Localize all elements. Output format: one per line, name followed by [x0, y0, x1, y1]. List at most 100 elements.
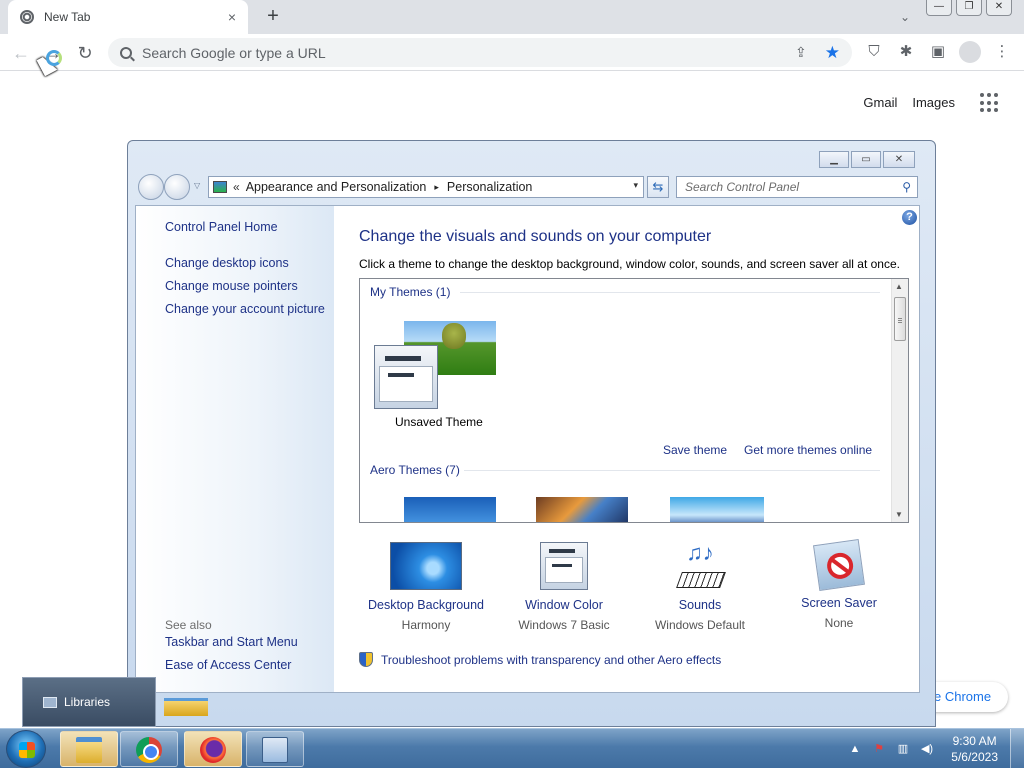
cp-address-bar[interactable]: « Appearance and Personalization ▸ Perso… — [208, 176, 644, 198]
gmail-link[interactable]: Gmail — [863, 95, 897, 110]
tab-close-icon[interactable]: × — [228, 9, 236, 25]
breadcrumb-personalization[interactable]: Personalization — [447, 180, 532, 194]
taskbar-firefox[interactable] — [184, 731, 242, 767]
scroll-thumb[interactable] — [894, 297, 906, 341]
my-themes-header[interactable]: My Themes (1) — [370, 285, 450, 299]
close-button[interactable]: ✕ — [986, 0, 1012, 16]
search-icon[interactable]: ⚲ — [902, 180, 911, 194]
page-description: Click a theme to change the desktop back… — [359, 257, 900, 271]
reload-button[interactable]: ↻ — [72, 40, 98, 66]
omnibox-placeholder[interactable]: Search Google or type a URL — [142, 45, 795, 61]
scroll-down-icon[interactable]: ▼ — [895, 510, 903, 519]
address-dropdown-icon[interactable]: ▾ — [633, 180, 638, 191]
desktop-background-setting[interactable]: Desktop Background Harmony — [356, 542, 496, 632]
volume-icon[interactable]: ◀) — [920, 742, 934, 756]
tab-search-chevron-icon[interactable]: ⌄ — [894, 6, 916, 28]
setting-value: Windows 7 Basic — [518, 618, 610, 632]
taskbar-clock[interactable]: 9:30 AM 5/6/2023 — [951, 733, 998, 765]
clock-time: 9:30 AM — [952, 734, 997, 748]
aero-theme-architecture[interactable] — [536, 497, 628, 522]
setting-value: None — [824, 616, 854, 630]
back-button[interactable]: ← — [8, 40, 34, 66]
setting-label[interactable]: Sounds — [630, 598, 770, 612]
group-divider — [460, 292, 880, 293]
cp-forward-button[interactable] — [164, 174, 190, 200]
setting-label[interactable]: Window Color — [494, 598, 634, 612]
cp-search-input[interactable]: Search Control Panel ⚲ — [676, 176, 918, 198]
breadcrumb-overflow[interactable]: « — [233, 180, 240, 194]
images-link[interactable]: Images — [912, 95, 955, 110]
omnibox[interactable]: Search Google or type a URL ⇪ ★ — [108, 38, 852, 67]
tab-new-tab[interactable]: New Tab × — [8, 0, 248, 34]
taskbar-start-menu-link[interactable]: Taskbar and Start Menu — [165, 635, 298, 649]
recent-pages-chevron-icon[interactable]: ▽ — [194, 181, 200, 190]
cp-content: Control Panel Home Change desktop icons … — [135, 205, 920, 693]
chrome-favicon-icon — [20, 10, 34, 24]
extensions-puzzle-icon[interactable]: ✱ — [895, 41, 917, 63]
setting-label[interactable]: Desktop Background — [356, 598, 496, 612]
taskbar-chrome[interactable] — [120, 731, 178, 767]
troubleshoot-aero-link[interactable]: Troubleshoot problems with transparency … — [359, 652, 721, 667]
control-panel-home-link[interactable]: Control Panel Home — [165, 220, 278, 234]
aero-theme-windows7[interactable] — [404, 497, 496, 522]
scroll-up-icon[interactable]: ▲ — [895, 282, 903, 291]
cp-close-button[interactable]: ✕ — [883, 151, 915, 168]
restore-button[interactable]: ❐ — [956, 0, 982, 16]
setting-label[interactable]: Screen Saver — [769, 596, 909, 610]
show-hidden-icons-icon[interactable]: ▲ — [848, 742, 862, 756]
google-apps-icon[interactable] — [980, 93, 1000, 113]
new-tab-button[interactable]: + — [260, 4, 286, 30]
sounds-setting[interactable]: ♫♪ Sounds Windows Default — [630, 542, 770, 633]
share-icon[interactable]: ⇪ — [795, 44, 807, 61]
breadcrumb-separator-icon[interactable]: ▸ — [434, 182, 439, 193]
chrome-menu-icon[interactable]: ⋮ — [991, 41, 1013, 63]
start-button[interactable] — [6, 730, 46, 768]
ease-of-access-link[interactable]: Ease of Access Center — [165, 658, 291, 672]
group-divider — [464, 470, 880, 471]
browser-toolbar: ← → ↻ Search Google or type a URL ⇪ ★ ⛉ … — [0, 34, 1024, 71]
tab-strip: New Tab × + ⌄ — ❐ ✕ — [0, 0, 1024, 34]
system-tray: ▲ ⚑ ▥ ◀) — [848, 729, 934, 768]
cp-refresh-button[interactable]: ⇆ — [647, 176, 669, 198]
profile-avatar-icon[interactable] — [959, 41, 981, 63]
screen-saver-setting[interactable]: Screen Saver None — [769, 539, 909, 630]
aero-themes-header[interactable]: Aero Themes (7) — [370, 463, 460, 477]
troubleshoot-label[interactable]: Troubleshoot problems with transparency … — [381, 653, 721, 667]
bookmark-star-icon[interactable]: ★ — [825, 43, 840, 63]
chrome-icon — [136, 737, 162, 763]
sounds-icon: ♫♪ — [675, 542, 726, 590]
network-icon[interactable]: ▥ — [896, 742, 910, 756]
control-panel-icon — [213, 181, 227, 193]
clock-date: 5/6/2023 — [951, 750, 998, 764]
show-desktop-button[interactable] — [1010, 729, 1024, 768]
control-panel-icon — [262, 737, 288, 763]
change-account-picture-link[interactable]: Change your account picture — [165, 302, 325, 316]
breadcrumb-appearance[interactable]: Appearance and Personalization — [246, 180, 427, 194]
minimize-button[interactable]: — — [926, 0, 952, 16]
busy-spinner-icon — [46, 50, 62, 66]
window-color-setting[interactable]: Window Color Windows 7 Basic — [494, 542, 634, 632]
tab-title: New Tab — [44, 10, 91, 24]
theme-list[interactable]: My Themes (1) Unsaved Theme Save theme G… — [359, 278, 909, 523]
change-desktop-icons-link[interactable]: Change desktop icons — [165, 256, 289, 270]
save-theme-link[interactable]: Save theme — [663, 443, 727, 457]
theme-list-scrollbar[interactable]: ▲ ▼ — [891, 279, 908, 522]
cp-maximize-button[interactable]: ▭ — [851, 151, 881, 168]
search-icon — [120, 46, 132, 59]
action-center-flag-icon[interactable]: ⚑ — [872, 742, 886, 756]
help-icon[interactable]: ? — [902, 210, 917, 225]
desktop-background-icon — [390, 542, 462, 590]
see-also-heading: See also — [165, 618, 212, 632]
firefox-icon — [200, 737, 226, 763]
cp-back-button[interactable] — [138, 174, 164, 200]
taskbar-control-panel[interactable] — [246, 731, 304, 767]
side-panel-icon[interactable]: ▣ — [927, 41, 949, 63]
shield-extension-icon[interactable]: ⛉ — [863, 41, 885, 63]
cp-minimize-button[interactable]: ▁ — [819, 151, 849, 168]
taskbar-explorer[interactable] — [60, 731, 118, 767]
aero-theme-characters[interactable] — [670, 497, 764, 522]
libraries-thumbnail-popup[interactable]: Libraries — [22, 677, 156, 727]
get-more-themes-link[interactable]: Get more themes online — [744, 443, 872, 457]
control-panel-window: ▁ ▭ ✕ ▽ « Appearance and Personalization… — [127, 140, 936, 727]
change-mouse-pointers-link[interactable]: Change mouse pointers — [165, 279, 298, 293]
